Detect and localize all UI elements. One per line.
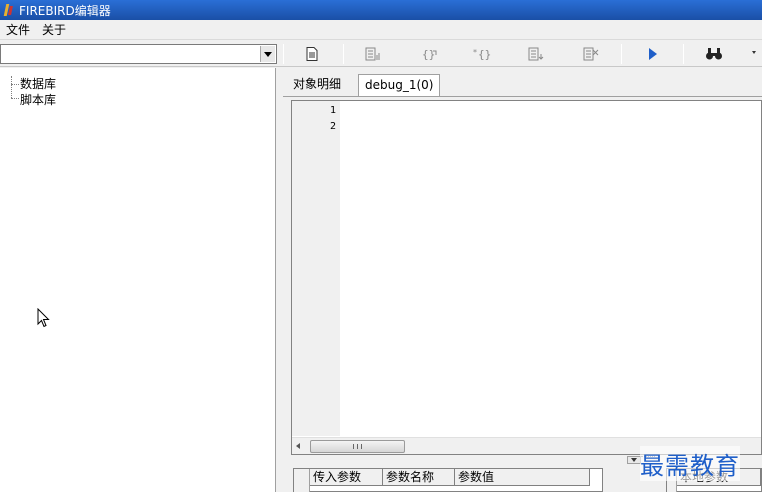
more-button[interactable]	[744, 45, 762, 63]
tree-item-database[interactable]: 数据库	[20, 76, 56, 92]
scrollbar-thumb[interactable]	[310, 440, 405, 453]
braces-button[interactable]: {}	[420, 45, 438, 63]
toolbar-separator	[283, 44, 284, 64]
new-document-icon	[306, 47, 318, 61]
run-button[interactable]	[644, 45, 662, 63]
watermark-logo: 最需教育	[640, 446, 740, 481]
tab-divider	[283, 96, 762, 97]
grid-header-input-params[interactable]: 传入参数	[310, 469, 383, 486]
svg-text:{}: {}	[478, 48, 491, 61]
toolbar-separator	[683, 44, 684, 64]
menu-bar: 文件 关于	[0, 20, 762, 40]
table-button[interactable]	[364, 45, 382, 63]
tree-item-script-library[interactable]: 脚本库	[20, 92, 56, 108]
run-icon	[649, 48, 657, 60]
object-tree: 数据库 脚本库	[0, 68, 276, 492]
tab-object-details[interactable]: 对象明细	[287, 73, 347, 95]
menu-about[interactable]: 关于	[36, 20, 72, 40]
toolbar-separator	[343, 44, 344, 64]
export-button[interactable]	[527, 45, 545, 63]
tab-debug[interactable]: debug_1(0)	[358, 74, 441, 96]
app-icon	[3, 3, 15, 17]
line-number: 1	[329, 105, 336, 116]
code-editor[interactable]: 1 2	[291, 100, 762, 455]
grid-header-param-name[interactable]: 参数名称	[383, 469, 455, 486]
menu-file[interactable]: 文件	[0, 20, 36, 40]
chevron-down-icon[interactable]	[260, 46, 275, 62]
toolbar: {} * {}	[0, 41, 762, 67]
mouse-cursor-icon	[37, 308, 50, 328]
braces-icon: {}	[422, 48, 437, 61]
chevron-down-icon[interactable]	[627, 456, 641, 464]
delete-button[interactable]	[582, 45, 600, 63]
star-braces-icon: * {}	[473, 48, 491, 61]
more-icon	[752, 51, 756, 54]
star-braces-button[interactable]: * {}	[473, 45, 491, 63]
export-icon	[528, 47, 544, 61]
find-button[interactable]	[705, 45, 723, 63]
svg-text:*: *	[473, 48, 477, 57]
tree-connector	[11, 84, 19, 85]
tree-connector	[11, 98, 19, 99]
database-select[interactable]	[0, 44, 277, 64]
table-icon	[365, 47, 380, 61]
find-icon	[706, 48, 722, 60]
new-document-button[interactable]	[303, 45, 321, 63]
line-number: 2	[329, 121, 336, 132]
window-title: FIREBIRD编辑器	[19, 3, 111, 18]
delete-icon	[583, 47, 599, 61]
grid-header-param-value[interactable]: 参数值	[455, 469, 590, 486]
svg-text:{}: {}	[422, 48, 435, 61]
editor-panel: 对象明细 debug_1(0) 1 2 传入参数 参数名称 参数值 本地参数	[283, 68, 762, 492]
input-params-grid[interactable]: 传入参数 参数名称 参数值	[293, 468, 603, 492]
tree-connector	[11, 76, 12, 98]
toolbar-separator	[621, 44, 622, 64]
scroll-left-icon[interactable]	[296, 443, 300, 449]
title-bar: FIREBIRD编辑器	[0, 0, 762, 20]
line-number-gutter: 1 2	[292, 101, 340, 436]
grid-row-header	[294, 469, 310, 492]
